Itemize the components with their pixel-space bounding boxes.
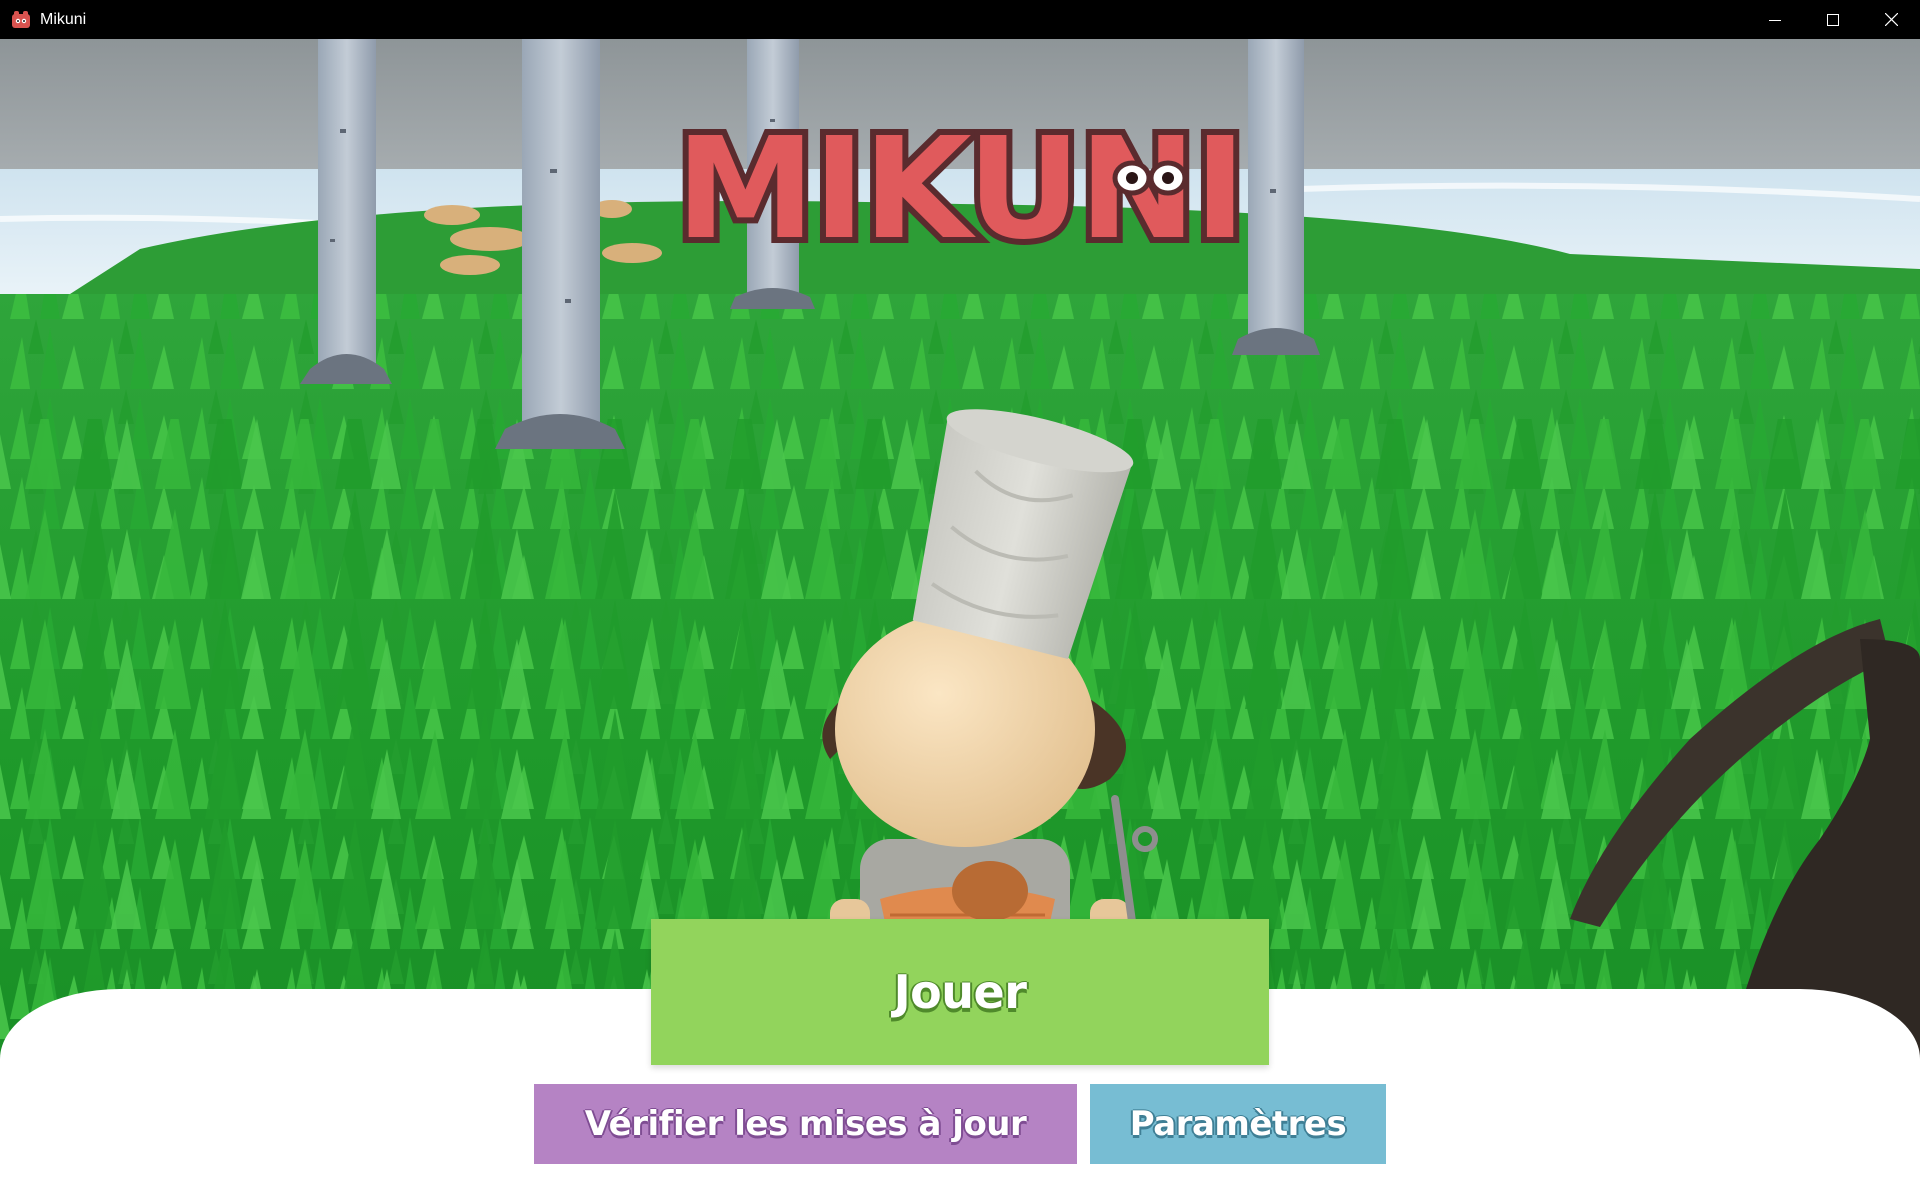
settings-button[interactable]: Paramètres (1090, 1084, 1386, 1164)
minimize-button[interactable] (1746, 0, 1804, 39)
window-title: Mikuni (40, 10, 87, 28)
play-button-label: Jouer (893, 965, 1027, 1019)
close-button[interactable] (1862, 0, 1920, 39)
game-viewport[interactable]: MIKUNI Jouer Vérifier les mises à jour P… (0, 39, 1920, 1191)
minimize-icon (1769, 19, 1781, 21)
maximize-button[interactable] (1804, 0, 1862, 39)
app-icon (11, 10, 31, 29)
mikuni-logo: MIKUNI (670, 113, 1252, 263)
window-titlebar[interactable]: Mikuni (0, 0, 1920, 39)
play-button[interactable]: Jouer (651, 919, 1269, 1065)
window-controls (1746, 0, 1920, 39)
close-icon (1884, 13, 1898, 26)
check-updates-button[interactable]: Vérifier les mises à jour (534, 1084, 1077, 1164)
settings-button-label: Paramètres (1129, 1104, 1347, 1144)
maximize-icon (1827, 13, 1839, 26)
check-updates-button-label: Vérifier les mises à jour (584, 1104, 1027, 1144)
